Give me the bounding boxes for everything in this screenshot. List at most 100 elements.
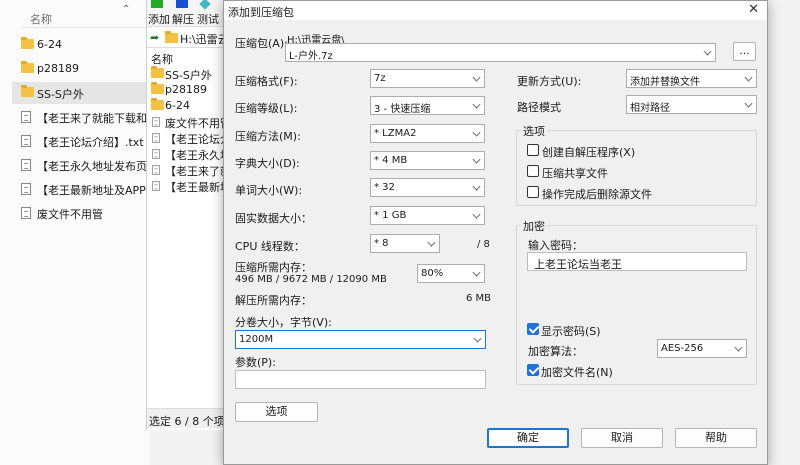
list-item[interactable]: 【老王最新地	[147, 178, 229, 193]
address-bar[interactable]: ➦ H:\迅雷云	[147, 26, 229, 48]
list-item-label: p28189	[37, 62, 79, 75]
list-item[interactable]: 【老王论坛介	[147, 130, 229, 145]
status-bar: 选定 6 / 8 个项目	[147, 408, 236, 428]
chevron-down-icon	[472, 73, 481, 82]
document-icon	[152, 149, 160, 159]
split-size-value: 1200M	[239, 334, 274, 345]
document-icon	[21, 183, 31, 195]
list-item[interactable]: 6-24	[147, 98, 229, 113]
memory-percent-select[interactable]: 80%	[417, 264, 485, 283]
add-icon[interactable]	[151, 0, 163, 8]
update-mode-label: 更新方式(U):	[517, 75, 582, 88]
options-button[interactable]: 选项	[235, 402, 318, 422]
chevron-down-icon	[473, 334, 482, 343]
list-item-label: 废文件不用管	[165, 117, 229, 129]
split-size-label: 分卷大小，字节(V):	[235, 316, 332, 329]
close-icon[interactable]: ✕	[748, 2, 759, 17]
cpu-threads-select[interactable]: * 8	[370, 234, 440, 253]
list-item[interactable]: p28189	[14, 58, 150, 80]
create-sfx-checkbox[interactable]	[527, 144, 539, 156]
help-button[interactable]: 帮助	[675, 428, 757, 448]
test-button[interactable]: 测试	[197, 11, 219, 27]
chevron-down-icon	[472, 155, 481, 164]
document-icon	[152, 133, 160, 143]
document-icon	[152, 181, 160, 191]
show-password-label: 显示密码(S)	[541, 325, 601, 338]
split-size-combobox[interactable]: 1200M	[235, 330, 486, 349]
chevron-down-icon	[472, 182, 481, 191]
list-item[interactable]: SS-S户外	[147, 66, 229, 81]
show-password-checkbox[interactable]	[527, 323, 539, 335]
list-item[interactable]: 【老王永久地址发布页】	[14, 154, 150, 176]
delete-after-label: 操作完成后删除源文件	[542, 188, 652, 201]
list-item[interactable]: 6-24	[14, 34, 150, 56]
method-value: * LZMA2	[374, 128, 417, 139]
method-select[interactable]: * LZMA2	[370, 124, 485, 143]
cancel-button[interactable]: 取消	[581, 428, 663, 448]
document-icon	[21, 111, 31, 123]
list-item[interactable]: 【老王来了就能下载和观	[14, 106, 150, 128]
extract-button[interactable]: 解压	[172, 11, 194, 27]
list-item[interactable]: 【老王永久地	[147, 146, 229, 161]
archive-manager-window: 添加 解压 测试 ➦ H:\迅雷云 名称 SS-S户外 p28189 6-24 …	[146, 0, 236, 430]
dictionary-select[interactable]: * 4 MB	[370, 151, 485, 170]
encryption-method-value: AES-256	[661, 343, 704, 354]
solid-size-select[interactable]: * 1 GB	[370, 206, 485, 225]
encryption-method-select[interactable]: AES-256	[657, 339, 747, 358]
list-item[interactable]: 【老王论坛介绍】.txt	[14, 130, 150, 152]
up-folder-icon[interactable]: ➦	[150, 31, 159, 44]
list-item-label: 【老王论坛介绍】.txt	[37, 136, 144, 149]
column-header-name[interactable]: 名称 ⌃	[22, 0, 150, 28]
list-item-label: 【老王永久地	[165, 149, 229, 161]
test-icon[interactable]	[199, 0, 211, 10]
column-header-name[interactable]: 名称	[147, 50, 229, 65]
encryption-method-label: 加密算法：	[528, 345, 583, 358]
path-mode-label: 路径模式	[517, 101, 561, 114]
sort-chevron-icon: ⌃	[122, 4, 131, 15]
folder-icon	[151, 66, 164, 78]
folder-icon	[21, 85, 34, 97]
archive-name-combobox[interactable]: L-户外.7z	[285, 43, 716, 62]
list-item-selected[interactable]: SS-S户外	[12, 82, 152, 104]
encrypt-filenames-checkbox[interactable]	[527, 364, 539, 376]
list-item[interactable]: 废文件不用管	[14, 202, 150, 224]
level-label: 压缩等级(L):	[235, 102, 298, 115]
archive-label: 压缩包(A):	[235, 37, 288, 50]
list-item-label: 6-24	[37, 38, 62, 51]
path-mode-value: 相对路径	[630, 103, 670, 114]
delete-after-checkbox[interactable]	[527, 186, 539, 198]
update-mode-select[interactable]: 添加并替换文件	[626, 69, 757, 88]
document-icon	[152, 165, 160, 175]
password-input[interactable]: 上老王论坛当老王	[527, 252, 747, 271]
dialog-titlebar[interactable]: 添加到压缩包 ✕	[224, 1, 767, 20]
extract-icon[interactable]	[176, 0, 188, 8]
list-item-label: 【老王来了就能下载和观	[37, 112, 150, 125]
chevron-down-icon	[472, 100, 481, 109]
parameters-input[interactable]	[235, 370, 486, 389]
level-value: 3 - 快速压缩	[374, 104, 431, 115]
add-button[interactable]: 添加	[148, 11, 170, 27]
list-item-label: 【老王最新地址及APP请	[37, 184, 150, 197]
list-item[interactable]: 【老王最新地址及APP请	[14, 178, 150, 200]
list-item[interactable]: p28189	[147, 82, 229, 97]
create-sfx-label: 创建自解压程序(X)	[542, 146, 636, 159]
word-size-select[interactable]: * 32	[370, 178, 485, 197]
list-item-label: SS-S户外	[37, 88, 84, 101]
toolbar: 添加 解压 测试	[147, 0, 229, 26]
list-item[interactable]: 【老王来了就	[147, 162, 229, 177]
cpu-threads-total: / 8	[477, 239, 490, 250]
ok-button[interactable]: 确定	[487, 428, 569, 448]
list-item[interactable]: 废文件不用管	[147, 114, 229, 129]
list-item-label: 【老王永久地址发布页】	[37, 160, 150, 173]
dictionary-label: 字典大小(D):	[235, 157, 300, 170]
word-size-label: 单词大小(W):	[235, 184, 303, 197]
compress-memory-value: 496 MB / 9672 MB / 12090 MB	[235, 274, 387, 285]
path-mode-select[interactable]: 相对路径	[626, 95, 757, 114]
chevron-down-icon	[744, 73, 753, 82]
compress-shared-checkbox[interactable]	[527, 165, 539, 177]
format-select[interactable]: 7z	[370, 69, 485, 88]
browse-button[interactable]: ...	[733, 42, 756, 61]
add-to-archive-dialog: 添加到压缩包 ✕ 压缩包(A): H:\迅雷云盘\ L-户外.7z ... 压缩…	[223, 0, 768, 465]
list-item-label: 6-24	[165, 99, 190, 112]
level-select[interactable]: 3 - 快速压缩	[370, 96, 485, 115]
